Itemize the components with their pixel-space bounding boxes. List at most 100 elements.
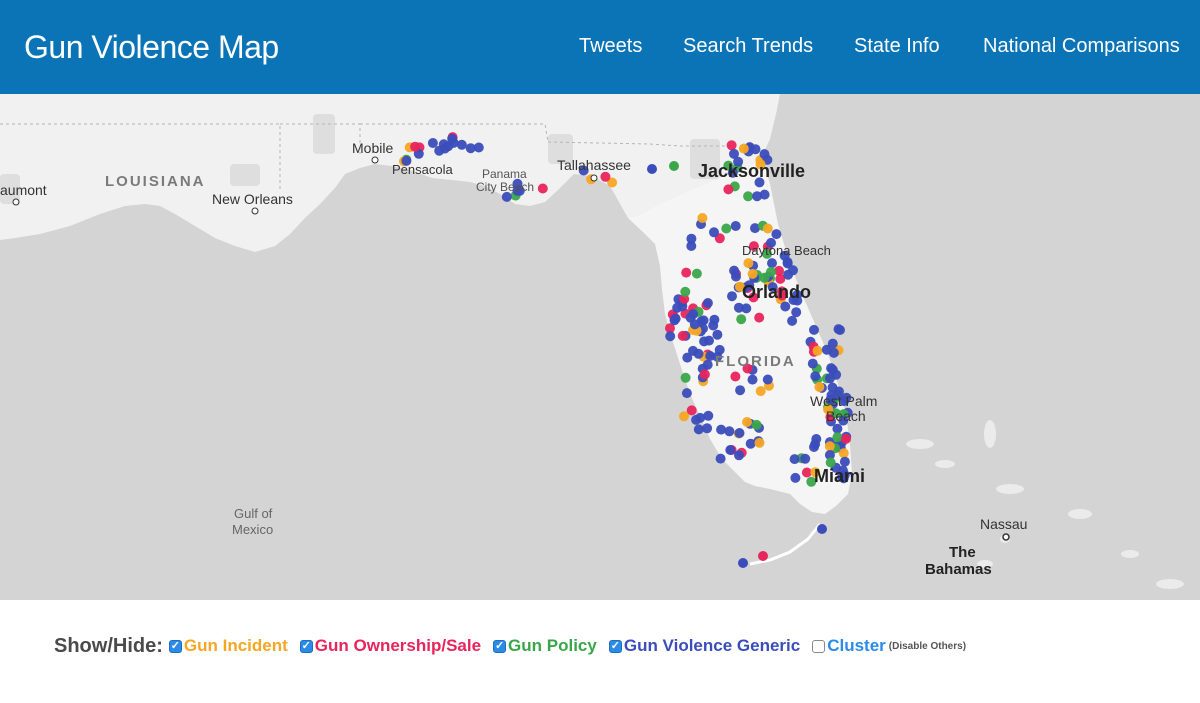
- nav-search-trends[interactable]: Search Trends: [683, 35, 813, 58]
- tweet-marker[interactable]: [537, 183, 548, 194]
- tweet-marker[interactable]: [688, 309, 699, 320]
- tweet-marker[interactable]: [738, 558, 748, 568]
- site-title[interactable]: Gun Violence Map: [24, 29, 279, 66]
- tweet-marker[interactable]: [747, 374, 758, 385]
- tweet-marker[interactable]: [702, 298, 713, 308]
- tweet-marker[interactable]: [809, 324, 819, 335]
- tweet-marker[interactable]: [691, 414, 702, 425]
- tweet-marker[interactable]: [723, 184, 734, 195]
- tweet-marker[interactable]: [736, 314, 747, 325]
- tweet-marker[interactable]: [758, 551, 768, 561]
- tweet-marker[interactable]: [465, 143, 476, 154]
- tweet-marker[interactable]: [824, 441, 835, 452]
- tweet-marker[interactable]: [716, 424, 727, 435]
- tweet-marker[interactable]: [681, 267, 692, 278]
- tweet-marker[interactable]: [825, 373, 835, 384]
- tweet-marker[interactable]: [693, 424, 704, 435]
- tweet-marker[interactable]: [754, 437, 765, 448]
- tweet-marker[interactable]: [743, 191, 754, 202]
- tweet-marker[interactable]: [677, 330, 688, 341]
- tweet-marker[interactable]: [721, 223, 732, 234]
- tweet-marker[interactable]: [742, 417, 752, 427]
- tweet-marker[interactable]: [800, 453, 811, 464]
- tweet-marker[interactable]: [725, 445, 736, 455]
- tweet-marker[interactable]: [807, 358, 818, 369]
- tweet-marker[interactable]: [456, 139, 467, 150]
- toggle-cluster[interactable]: Cluster (Disable Others): [812, 636, 966, 656]
- tweet-marker[interactable]: [762, 374, 773, 385]
- checkbox-checked-icon[interactable]: ✓: [299, 639, 313, 653]
- tweet-marker[interactable]: [787, 315, 798, 326]
- tweet-marker[interactable]: [715, 453, 726, 464]
- nav-tweets[interactable]: Tweets: [579, 35, 642, 58]
- tweet-marker[interactable]: [709, 314, 720, 325]
- nav-state-info[interactable]: State Info: [854, 35, 940, 58]
- tweet-marker[interactable]: [726, 140, 737, 151]
- map-canvas[interactable]: LOUISIANA aumont New Orleans Mobile Pens…: [0, 94, 1200, 600]
- checkbox-checked-icon[interactable]: ✓: [168, 639, 182, 653]
- tweet-marker[interactable]: [780, 301, 791, 312]
- tweet-marker[interactable]: [841, 433, 851, 444]
- tweet-marker[interactable]: [427, 138, 438, 148]
- toggle-gun-violence-generic[interactable]: ✓ Gun Violence Generic: [608, 636, 800, 656]
- tweet-marker[interactable]: [670, 313, 681, 324]
- tweet-marker[interactable]: [743, 258, 754, 269]
- tweet-marker[interactable]: [833, 324, 844, 335]
- checkbox-checked-icon[interactable]: ✓: [493, 639, 507, 653]
- tweet-marker[interactable]: [689, 319, 700, 330]
- tweet-marker[interactable]: [812, 345, 823, 356]
- tweet-marker[interactable]: [709, 227, 719, 238]
- tweet-marker[interactable]: [838, 448, 849, 459]
- tweet-marker[interactable]: [699, 369, 710, 380]
- tweet-marker[interactable]: [724, 426, 735, 437]
- toggle-gun-incident[interactable]: ✓ Gun Incident: [168, 636, 288, 656]
- tweet-marker[interactable]: [810, 371, 821, 382]
- tweet-marker[interactable]: [665, 331, 676, 342]
- map-view[interactable]: LOUISIANA aumont New Orleans Mobile Pens…: [0, 94, 1200, 600]
- tweet-marker[interactable]: [791, 307, 802, 318]
- tweet-marker[interactable]: [766, 266, 776, 277]
- tweet-marker[interactable]: [767, 258, 777, 269]
- tweet-marker[interactable]: [821, 344, 832, 355]
- tweet-marker[interactable]: [727, 291, 737, 302]
- tweet-marker[interactable]: [729, 265, 740, 276]
- tweet-marker[interactable]: [759, 149, 770, 160]
- checkbox-checked-icon[interactable]: ✓: [608, 639, 622, 653]
- tweet-marker[interactable]: [647, 164, 657, 174]
- tweet-marker[interactable]: [704, 335, 714, 346]
- tweet-marker[interactable]: [681, 388, 692, 399]
- tweet-marker[interactable]: [759, 189, 770, 200]
- tweet-marker[interactable]: [679, 411, 689, 422]
- tweet-marker[interactable]: [735, 385, 746, 396]
- tweet-marker[interactable]: [790, 472, 801, 483]
- tweet-marker[interactable]: [729, 148, 739, 159]
- tweet-marker[interactable]: [817, 524, 827, 534]
- tweet-marker[interactable]: [680, 372, 691, 383]
- tweet-marker[interactable]: [680, 286, 691, 297]
- tweet-marker[interactable]: [754, 312, 765, 323]
- tweet-marker[interactable]: [738, 143, 749, 154]
- tweet-marker[interactable]: [688, 345, 698, 356]
- checkbox-unchecked-icon[interactable]: [812, 639, 826, 653]
- toggle-gun-ownership[interactable]: ✓ Gun Ownership/Sale: [299, 636, 481, 656]
- tweet-marker[interactable]: [755, 386, 766, 397]
- tweet-marker[interactable]: [698, 315, 709, 326]
- tweet-marker[interactable]: [789, 454, 800, 465]
- toggle-gun-policy[interactable]: ✓ Gun Policy: [493, 636, 597, 656]
- tweet-marker[interactable]: [672, 302, 683, 313]
- tweet-marker[interactable]: [410, 141, 421, 152]
- tweet-marker[interactable]: [771, 229, 782, 240]
- tweet-marker[interactable]: [751, 419, 762, 430]
- tweet-marker[interactable]: [762, 223, 773, 234]
- tweet-marker[interactable]: [826, 363, 837, 374]
- tweet-marker[interactable]: [691, 268, 702, 279]
- tweet-marker[interactable]: [669, 161, 679, 171]
- tweet-marker[interactable]: [733, 302, 744, 313]
- nav-national-comparisons[interactable]: National Comparisons: [983, 35, 1180, 58]
- tweet-marker[interactable]: [734, 450, 744, 461]
- tweet-marker[interactable]: [814, 382, 825, 392]
- tweet-marker[interactable]: [600, 171, 611, 182]
- tweet-marker[interactable]: [810, 439, 821, 450]
- tweet-marker[interactable]: [712, 329, 723, 340]
- tweet-marker[interactable]: [686, 241, 697, 251]
